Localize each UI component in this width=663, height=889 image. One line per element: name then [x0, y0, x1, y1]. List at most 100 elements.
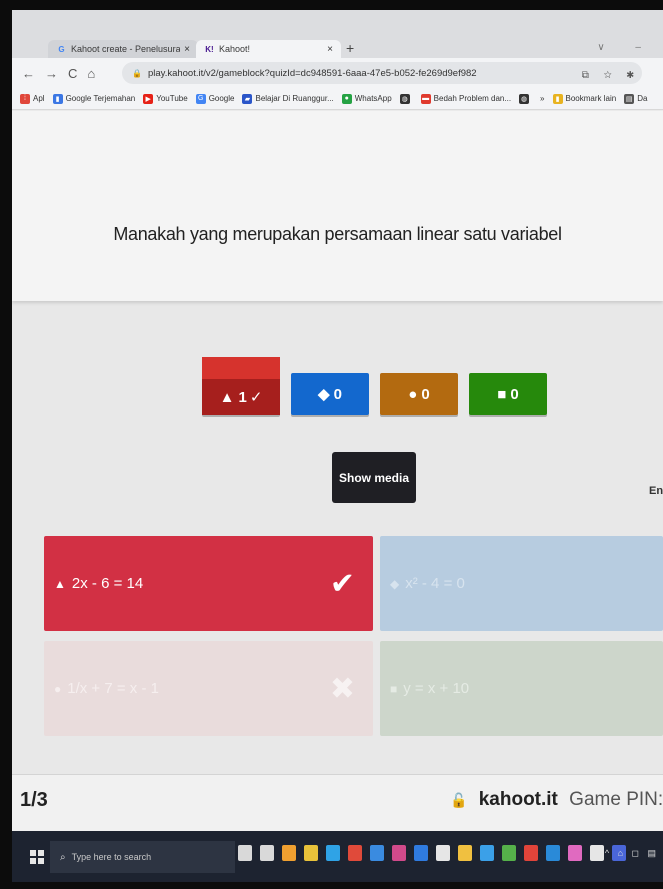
bookmark-label: »	[540, 94, 545, 103]
bookmark-icon: ⁞	[20, 93, 30, 104]
result-bar-label: ▲ 1 ✓	[202, 379, 280, 415]
result-count: 0	[333, 385, 342, 403]
game-pin-label: Game PIN:	[569, 789, 663, 810]
bookmark-item[interactable]: ⁞ Apl	[20, 93, 45, 104]
bookmark-item[interactable]: ◍	[519, 93, 532, 104]
taskbar-pinned-apps	[238, 845, 626, 861]
taskbar-app-icon[interactable]	[260, 845, 274, 861]
bookmark-icon: ▶	[143, 93, 154, 104]
taskbar-app-icon[interactable]	[414, 845, 428, 861]
bookmark-label: Bedah Problem dan...	[433, 94, 512, 103]
taskbar-app-icon[interactable]	[238, 845, 252, 861]
new-tab-button[interactable]: +	[346, 40, 354, 56]
check-icon: ✔	[329, 567, 355, 600]
home-icon[interactable]: ⌂	[87, 66, 95, 81]
answer-text: y = x + 10	[403, 680, 470, 697]
answer-option-diamond: ◆ x² - 4 = 0	[380, 536, 663, 631]
bookmark-item[interactable]: ▮ Bookmark lain	[552, 93, 617, 104]
forward-icon[interactable]: →	[45, 66, 58, 81]
diamond-icon: ◆	[318, 386, 330, 403]
bookmark-label: Da	[637, 94, 648, 103]
result-count: 0	[421, 385, 430, 403]
kahoot-favicon-icon: K!	[205, 44, 214, 54]
search-icon: ⌕	[60, 851, 66, 863]
kahoot-game-view: Manakah yang merupakan persamaan linear …	[12, 111, 663, 774]
taskbar-app-icon[interactable]	[546, 845, 560, 861]
window-controls[interactable]: ∨ –	[597, 42, 655, 53]
taskbar-app-icon[interactable]	[392, 845, 406, 861]
taskbar-app-icon[interactable]	[304, 845, 318, 861]
bookmark-icon: ▮	[52, 93, 63, 104]
bookmark-item[interactable]: ● WhatsApp	[341, 93, 392, 104]
google-favicon-icon: G	[58, 44, 65, 54]
side-label: En	[649, 485, 663, 497]
bookmark-icon: G	[195, 93, 206, 104]
taskbar-app-icon[interactable]	[348, 845, 362, 861]
tab-google-search[interactable]: G Kahoot create - Penelusuran Goo ×	[48, 40, 198, 58]
tab-kahoot[interactable]: K! Kahoot! ×	[196, 40, 341, 58]
answer-text: 2x - 6 = 14	[71, 575, 144, 592]
question-header: Manakah yang merupakan persamaan linear …	[12, 111, 663, 301]
answer-option-triangle: ▲ 2x - 6 = 14 ✔	[44, 536, 373, 631]
result-bar-diamond: ◆ 0	[291, 373, 369, 415]
back-icon[interactable]: ←	[22, 66, 35, 81]
taskbar-app-icon[interactable]	[524, 845, 538, 861]
answer-option-circle: ● 1/x + 7 = x - 1 ✖	[44, 641, 373, 736]
close-tab-icon[interactable]: ×	[184, 44, 190, 55]
triangle-icon: ▲	[219, 388, 235, 406]
result-bar-circle: ● 0	[380, 373, 458, 415]
taskbar-search-box[interactable]: ⌕ Type here to search	[50, 841, 235, 873]
bookmark-icon: ▰	[242, 93, 253, 104]
bookmark-icon: ◍	[399, 93, 410, 104]
lock-icon: 🔒	[132, 68, 142, 78]
square-icon: ■	[390, 681, 398, 696]
taskbar-app-icon[interactable]	[480, 845, 494, 861]
result-bar-square: ■ 0	[469, 373, 547, 415]
address-toolbar: ← → C ⌂ 🔒 play.kahoot.it/v2/gameblock?qu…	[12, 58, 663, 88]
kahoot-brand: kahoot.it	[478, 789, 558, 810]
bookmark-label: Google	[208, 94, 235, 103]
bookmark-item[interactable]: ▬ Bedah Problem dan...	[420, 93, 512, 104]
taskbar-app-icon[interactable]	[436, 845, 450, 861]
taskbar-app-icon[interactable]	[458, 845, 472, 861]
windows-start-icon[interactable]	[30, 849, 44, 864]
bookmark-item[interactable]: ▮ Google Terjemahan	[52, 93, 136, 104]
bookmark-item[interactable]: ▶ YouTube	[143, 93, 188, 104]
question-title: Manakah yang merupakan persamaan linear …	[113, 224, 562, 244]
bookmark-icon: ◍	[519, 93, 530, 104]
omnibox-actions[interactable]: ⧉ ☆ ✱	[582, 70, 640, 81]
tab-label: Kahoot!	[219, 44, 251, 54]
bookmark-item[interactable]: ▤ Da	[624, 93, 648, 104]
question-counter: 1/3	[20, 789, 48, 811]
taskbar-app-icon[interactable]	[326, 845, 340, 861]
taskbar-app-icon[interactable]	[502, 845, 516, 861]
taskbar-app-icon[interactable]	[590, 845, 604, 861]
bookmark-item[interactable]: »	[540, 94, 544, 103]
taskbar-app-icon[interactable]	[282, 845, 296, 861]
circle-icon: ●	[54, 681, 62, 696]
bookmark-label: YouTube	[156, 94, 188, 103]
tab-label: Kahoot create - Penelusuran Goo	[71, 44, 181, 54]
answer-text: x² - 4 = 0	[405, 575, 465, 592]
result-count: 1	[238, 388, 247, 406]
bookmark-icon: ●	[341, 93, 352, 104]
bookmark-label: Bookmark lain	[565, 94, 617, 103]
answer-text: 1/x + 7 = x - 1	[67, 680, 159, 697]
bookmarks-bar: ⁞ Apl ▮ Google Terjemahan ▶ YouTube G Google ▰ Be…	[12, 88, 663, 110]
bookmark-label: Google Terjemahan	[65, 94, 136, 103]
show-media-button[interactable]: Show media	[332, 452, 416, 503]
taskbar-app-icon[interactable]	[568, 845, 582, 861]
bookmark-icon: ▤	[624, 93, 635, 104]
bookmark-item[interactable]: ◍	[399, 93, 413, 104]
bookmark-item[interactable]: ▰ Belajar Di Ruanggur...	[242, 93, 334, 104]
taskbar-app-icon[interactable]	[370, 845, 384, 861]
circle-icon: ●	[408, 385, 418, 403]
result-bar-triangle: ▲ 1 ✓	[202, 357, 280, 415]
url-bar[interactable]: 🔒 play.kahoot.it/v2/gameblock?quizId=dc9…	[122, 62, 642, 84]
unlock-icon[interactable]: 🔓	[450, 792, 467, 808]
bookmark-item[interactable]: G Google	[195, 93, 235, 104]
bookmark-icon: ▮	[552, 93, 563, 104]
close-tab-icon[interactable]: ×	[327, 44, 333, 55]
system-tray[interactable]: ^ ⌂ ◻ ▤	[605, 848, 659, 859]
reload-icon[interactable]: C	[68, 66, 77, 81]
